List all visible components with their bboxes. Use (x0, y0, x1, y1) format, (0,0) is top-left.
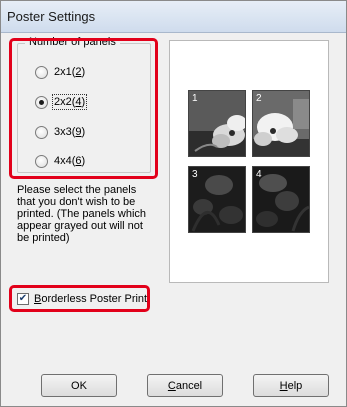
radio-button[interactable] (35, 125, 48, 139)
radio-2x2[interactable]: 2x2(4) (35, 94, 88, 110)
preview-panel-grid: 1 2 3 4 (188, 90, 312, 235)
radio-button[interactable] (35, 154, 48, 168)
poster-preview: 1 2 3 4 (169, 40, 329, 283)
radio-label-2x1: 2x1(2) (54, 66, 86, 78)
number-of-panels-label: Number of panels (25, 36, 120, 48)
radio-label-3x3: 3x3(9) (54, 126, 86, 138)
preview-panel-2[interactable]: 2 (252, 90, 310, 157)
radio-button[interactable] (35, 65, 48, 79)
dialog-title: Poster Settings (7, 9, 96, 24)
poster-settings-dialog: Poster Settings Number of panels 2x1(2) … (0, 0, 347, 407)
instructions-text: Please select the panels that you don't … (17, 184, 147, 244)
ok-button[interactable]: OK (41, 374, 117, 397)
preview-panel-3[interactable]: 3 (188, 166, 246, 233)
radio-2x1[interactable]: 2x1(2) (35, 64, 85, 80)
panel-number: 2 (256, 93, 262, 104)
number-of-panels-group: Number of panels 2x1(2) 2x2(4) 3x3(9) 4x… (17, 36, 151, 173)
radio-3x3[interactable]: 3x3(9) (35, 124, 85, 140)
preview-panel-4[interactable]: 4 (252, 166, 310, 233)
title-bar[interactable]: Poster Settings (1, 1, 346, 33)
help-button[interactable]: Help (253, 374, 329, 397)
panel-number: 4 (256, 169, 262, 180)
borderless-poster-print-checkbox[interactable]: ✔ Borderless Poster Print (17, 291, 147, 307)
radio-label-2x2: 2x2(4) (51, 94, 88, 110)
radio-label-4x4: 4x4(6) (54, 155, 86, 167)
radio-button-selected[interactable] (35, 95, 48, 109)
checkbox-checked[interactable]: ✔ (17, 293, 29, 305)
cancel-button[interactable]: Cancel (147, 374, 223, 397)
borderless-label: Borderless Poster Print (34, 293, 148, 305)
panel-number: 3 (192, 169, 198, 180)
panel-number: 1 (192, 93, 198, 104)
radio-4x4[interactable]: 4x4(6) (35, 153, 85, 169)
preview-panel-1[interactable]: 1 (188, 90, 246, 157)
